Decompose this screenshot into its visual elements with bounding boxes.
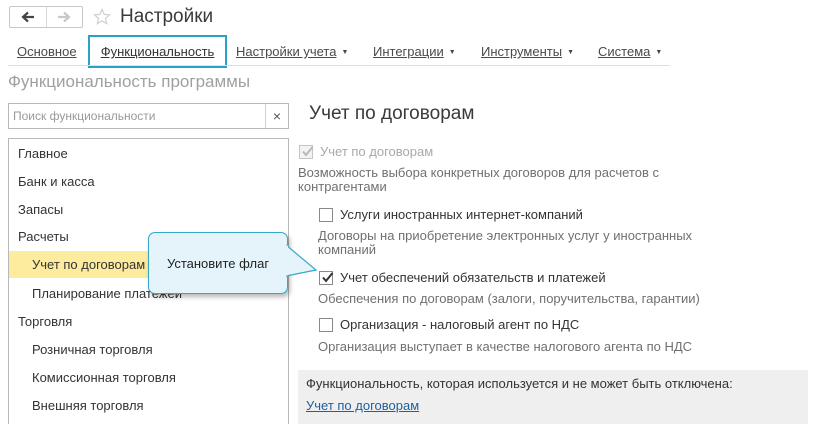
- checkbox[interactable]: [319, 317, 333, 332]
- checkbox[interactable]: [319, 207, 333, 222]
- obligations-security-checkbox[interactable]: Учет обеспечений обязательств и платежей: [319, 270, 606, 285]
- checkbox-label[interactable]: Учет обеспечений обязательств и платежей: [340, 270, 606, 285]
- tree-item[interactable]: Внешняя торговля: [9, 392, 288, 419]
- vat-tax-agent-checkbox[interactable]: Организация - налоговый агент по НДС: [319, 317, 579, 332]
- dropdown-arrow-icon: ▼: [448, 49, 456, 56]
- checkbox-disabled: [299, 144, 314, 159]
- navigation-buttons: [9, 6, 83, 28]
- hint-callout: Установите флаг: [148, 232, 288, 294]
- back-button[interactable]: [10, 7, 46, 27]
- dropdown-arrow-icon: ▼: [655, 49, 663, 56]
- forward-button[interactable]: [45, 7, 83, 27]
- info-text: Функциональность, которая используется и…: [306, 376, 733, 391]
- window-title: Настройки: [120, 6, 214, 27]
- checkbox-label[interactable]: Организация - налоговый агент по НДС: [340, 317, 579, 332]
- dropdown-arrow-icon: ▼: [341, 49, 349, 56]
- option-description: Организация выступает в качестве налогов…: [318, 339, 693, 354]
- contracts-accounting-checkbox: Учет по договорам: [299, 144, 433, 159]
- search-input[interactable]: [9, 104, 265, 128]
- tree-item[interactable]: Запасы: [9, 196, 288, 223]
- clear-search-button[interactable]: ×: [265, 104, 288, 128]
- arrow-left-icon: [21, 11, 34, 23]
- callout-pointer: [286, 244, 318, 277]
- checkbox-label[interactable]: Услуги иностранных интернет-компаний: [340, 207, 583, 222]
- locked-functionality-box: Функциональность, которая используется и…: [298, 370, 808, 424]
- search-box: ×: [8, 103, 289, 129]
- tree-item[interactable]: Торговля: [9, 308, 288, 335]
- tab-functionality[interactable]: Функциональность: [88, 35, 227, 68]
- tab-integrations[interactable]: Интеграции ▼: [373, 44, 456, 59]
- tab-tools[interactable]: Инструменты ▼: [481, 44, 574, 59]
- tab-accounting-settings[interactable]: Настройки учета ▼: [236, 44, 348, 59]
- tabs-divider: [8, 65, 670, 66]
- tree-item[interactable]: Банк и касса: [9, 168, 288, 195]
- favorite-button[interactable]: [93, 8, 111, 29]
- tab-system[interactable]: Система ▼: [598, 44, 662, 59]
- tab-main[interactable]: Основное: [17, 44, 77, 59]
- foreign-internet-services-checkbox[interactable]: Услуги иностранных интернет-компаний: [319, 207, 583, 222]
- tree-item[interactable]: Комиссионная торговля: [9, 364, 288, 391]
- page-subtitle: Функциональность программы: [8, 72, 251, 91]
- checkmark-icon: [302, 145, 314, 157]
- close-icon: ×: [272, 108, 282, 124]
- option-description: Обеспечения по договорам (залоги, поручи…: [318, 291, 700, 306]
- option-description: Возможность выбора конкретных договоров …: [298, 165, 659, 194]
- checkbox-label: Учет по договорам: [320, 144, 434, 159]
- section-title: Учет по договорам: [309, 103, 475, 124]
- checkmark-icon: [322, 271, 334, 283]
- option-description: Договоры на приобретение электронных усл…: [318, 228, 693, 257]
- callout-text: Установите флаг: [166, 255, 270, 271]
- tree-item[interactable]: Розничная торговля: [9, 336, 288, 363]
- tree-item[interactable]: Главное: [9, 140, 288, 167]
- star-icon: [93, 8, 111, 25]
- checkbox-checked[interactable]: [319, 270, 334, 285]
- dropdown-arrow-icon: ▼: [567, 49, 574, 56]
- contracts-accounting-link[interactable]: Учет по договорам: [306, 398, 419, 413]
- arrow-right-icon: [58, 11, 71, 23]
